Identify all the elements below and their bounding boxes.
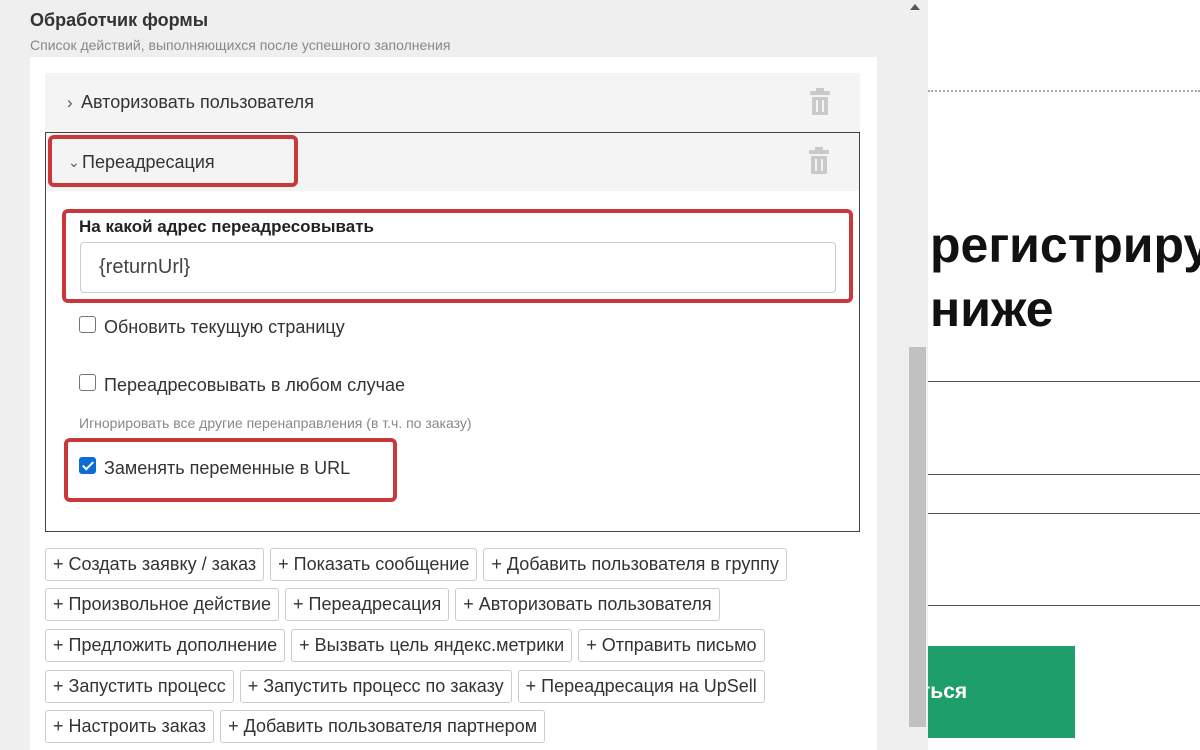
add-metrika-goal-button[interactable]: + Вызвать цель яндекс.метрики (291, 629, 573, 662)
checkbox-checked[interactable] (79, 457, 96, 474)
add-buttons-row: + Произвольное действие + Переадресация … (45, 588, 720, 621)
add-authorize-user-button[interactable]: + Авторизовать пользователя (455, 588, 720, 621)
background-heading-line2: ниже (930, 281, 1054, 337)
add-upsell-redirect-button[interactable]: + Переадресация на UpSell (517, 670, 765, 703)
trash-icon[interactable] (809, 147, 829, 174)
checkbox-label: Обновить текущую страницу (104, 317, 345, 337)
scroll-up-arrow-icon[interactable] (910, 4, 920, 10)
dashed-divider (928, 90, 1200, 92)
form-handler-panel: Обработчик формы Список действий, выполн… (0, 0, 928, 750)
background-submit-button[interactable]: ться (928, 646, 1075, 738)
add-configure-order-button[interactable]: + Настроить заказ (45, 710, 215, 743)
background-field-line (928, 474, 1200, 475)
background-page: регистриру ниже ться (928, 0, 1200, 750)
checkbox-label: Переадресовывать в любом случае (104, 375, 405, 395)
add-buttons-row: + Предложить дополнение + Вызвать цель я… (45, 629, 765, 662)
action-label: Переадресация (82, 151, 215, 172)
add-create-order-button[interactable]: + Создать заявку / заказ (45, 548, 265, 581)
trash-icon[interactable] (810, 87, 830, 115)
checkbox-label: Заменять переменные в URL (104, 458, 351, 478)
action-label: Авторизовать пользователя (81, 92, 314, 112)
add-partner-user-button[interactable]: + Добавить пользователя партнером (220, 710, 546, 743)
checkbox-redirect-always[interactable]: Переадресовывать в любом случае (79, 374, 405, 396)
add-redirect-button[interactable]: + Переадресация (285, 588, 450, 621)
checkbox[interactable] (79, 316, 96, 333)
add-buttons-row: + Настроить заказ + Добавить пользовател… (45, 710, 546, 743)
panel-subtitle: Список действий, выполняющихся после усп… (30, 37, 451, 53)
action-item-authorize[interactable]: › Авторизовать пользователя (45, 73, 860, 132)
redirect-always-hint: Игнорировать все другие перенаправления … (79, 415, 472, 431)
action-item-redirect: ⌄ Переадресация На какой адрес переадрес… (45, 132, 860, 532)
background-heading-line1: регистриру (930, 217, 1200, 273)
add-offer-addon-button[interactable]: + Предложить дополнение (45, 629, 286, 662)
background-heading: регистриру ниже (930, 213, 1200, 341)
add-send-email-button[interactable]: + Отправить письмо (578, 629, 765, 662)
add-custom-action-button[interactable]: + Произвольное действие (45, 588, 280, 621)
scrollbar-thumb[interactable] (909, 347, 926, 727)
add-run-order-process-button[interactable]: + Запустить процесс по заказу (239, 670, 512, 703)
chevron-down-icon: ⌄ (68, 153, 80, 170)
add-buttons-row: + Создать заявку / заказ + Показать сооб… (45, 548, 787, 581)
checkbox[interactable] (79, 374, 96, 391)
background-field-line (928, 513, 1200, 514)
panel-title: Обработчик формы (30, 10, 209, 30)
action-header[interactable]: ⌄ Переадресация (46, 133, 859, 191)
add-run-process-button[interactable]: + Запустить процесс (45, 670, 234, 703)
add-user-to-group-button[interactable]: + Добавить пользователя в группу (483, 548, 787, 581)
checkbox-refresh-page[interactable]: Обновить текущую страницу (79, 316, 345, 338)
redirect-url-input[interactable] (80, 242, 836, 293)
chevron-right-icon: › (67, 92, 73, 112)
add-show-message-button[interactable]: + Показать сообщение (270, 548, 478, 581)
add-buttons-row: + Запустить процесс + Запустить процесс … (45, 670, 765, 703)
redirect-url-label: На какой адрес переадресовывать (79, 217, 374, 236)
background-submit-label: ться (928, 680, 968, 703)
background-field-line (928, 381, 1200, 382)
checkbox-replace-variables[interactable]: Заменять переменные в URL (79, 457, 351, 479)
background-field-line (928, 605, 1200, 606)
